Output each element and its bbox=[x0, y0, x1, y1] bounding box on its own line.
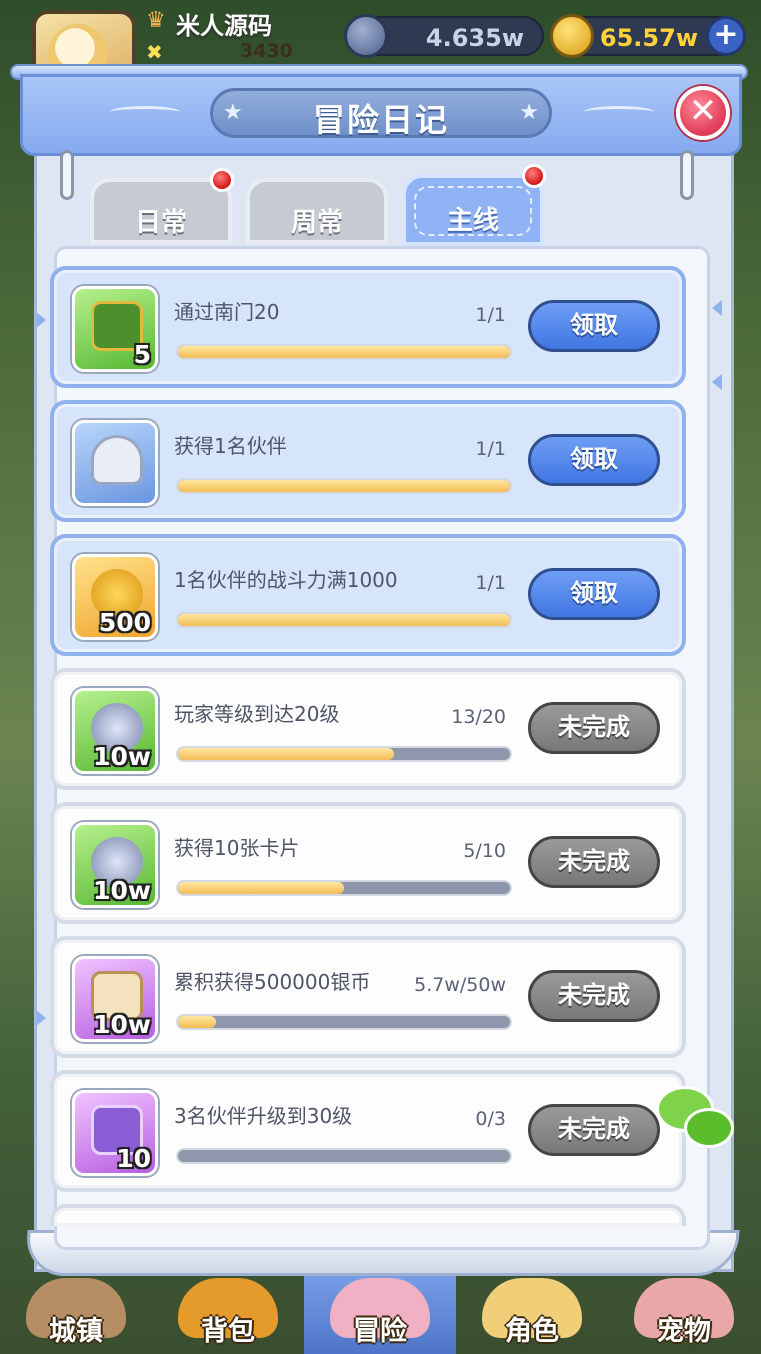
incomplete-button[interactable]: 未完成 bbox=[528, 1104, 660, 1156]
gold-coins-icon: 500 bbox=[72, 554, 158, 640]
close-button[interactable]: ✕ bbox=[676, 86, 730, 140]
task-progress-text: 1/1 bbox=[475, 304, 506, 326]
tab-daily[interactable]: 日常 bbox=[90, 168, 234, 244]
left-edge-arrow bbox=[36, 1010, 46, 1026]
tab-main[interactable]: 主线 bbox=[402, 164, 546, 246]
helmet-glyph bbox=[91, 435, 143, 485]
nav-bag-label: 背包 bbox=[201, 1316, 255, 1347]
reward-qty: 10w bbox=[93, 742, 151, 771]
task-name: 通过南门20 bbox=[174, 300, 280, 324]
task-name: 获得1名伙伴 bbox=[174, 434, 287, 458]
silver-amount: 4.635w bbox=[425, 24, 524, 52]
task-progress-fill bbox=[178, 882, 344, 894]
task-name: 3名伙伴升级到30级 bbox=[174, 1104, 353, 1128]
task-progress-text: 13/20 bbox=[451, 706, 506, 728]
nav-pet-label: 宠物 bbox=[657, 1316, 711, 1347]
green-chest-icon: 5 bbox=[72, 286, 158, 372]
silver-coins-icon: 10w bbox=[72, 688, 158, 774]
right-swirl-icon bbox=[584, 106, 654, 118]
task-row-partial bbox=[50, 1204, 686, 1226]
nav-town-label: 城镇 bbox=[49, 1316, 103, 1347]
reward-qty: 10 bbox=[116, 1144, 151, 1173]
tab-daily-red-dot bbox=[210, 168, 234, 192]
task-row: 500 1名伙伴的战斗力满1000 1/1 领取 bbox=[50, 534, 686, 656]
task-progress-bar bbox=[176, 880, 512, 896]
player-power: 3430 bbox=[240, 40, 293, 62]
task-progress-text: 5/10 bbox=[463, 840, 506, 862]
task-name: 玩家等级到达20级 bbox=[174, 702, 340, 726]
reward-qty: 10w bbox=[93, 1010, 151, 1039]
task-progress-bar bbox=[176, 612, 512, 628]
purple-book-icon: 10 bbox=[72, 1090, 158, 1176]
task-progress-text: 1/1 bbox=[475, 572, 506, 594]
add-gold-button[interactable]: + bbox=[706, 16, 746, 56]
task-progress-text: 0/3 bbox=[475, 1108, 506, 1130]
nav-adventure-label: 冒险 bbox=[353, 1316, 407, 1347]
task-name: 累积获得500000银币 bbox=[174, 970, 371, 994]
task-row: 10w 玩家等级到达20级 13/20 未完成 bbox=[50, 668, 686, 790]
gold-amount: 65.57w bbox=[599, 24, 698, 52]
task-progress-text: 1/1 bbox=[475, 438, 506, 460]
right-edge-arrow bbox=[712, 300, 722, 316]
left-hook bbox=[60, 150, 74, 200]
incomplete-button[interactable]: 未完成 bbox=[528, 836, 660, 888]
gold-coin-icon bbox=[550, 14, 594, 58]
task-progress-bar bbox=[176, 478, 512, 494]
power-icon: ✖ bbox=[146, 40, 163, 64]
top-hud: ♛ 米人源码 ✖ 3430 4.635w 65.57w + bbox=[0, 0, 761, 102]
silver-coin-icon bbox=[344, 14, 388, 58]
chat-icon[interactable] bbox=[656, 1086, 736, 1154]
task-row: 5 通过南门20 1/1 领取 bbox=[50, 266, 686, 388]
tab-daily-label: 日常 bbox=[134, 208, 187, 238]
task-name: 1名伙伴的战斗力满1000 bbox=[174, 568, 398, 592]
task-progress-bar bbox=[176, 1148, 512, 1164]
claim-button[interactable]: 领取 bbox=[528, 568, 660, 620]
task-progress-bar bbox=[176, 746, 512, 762]
chat-bubble-front bbox=[684, 1108, 734, 1148]
tab-main-red-dot bbox=[522, 164, 546, 188]
nav-character-label: 角色 bbox=[505, 1316, 559, 1347]
task-row: 10 3名伙伴升级到30级 0/3 未完成 bbox=[50, 1070, 686, 1192]
title-plate: ★ 冒险日记 ★ bbox=[210, 88, 552, 139]
task-progress-fill bbox=[178, 480, 510, 492]
right-star-icon: ★ bbox=[519, 100, 539, 125]
close-icon: ✕ bbox=[688, 91, 718, 131]
task-progress-bar bbox=[176, 1014, 512, 1030]
reward-qty: 10w bbox=[93, 876, 151, 905]
task-progress-fill bbox=[178, 614, 510, 626]
viking-helmet-icon bbox=[72, 420, 158, 506]
incomplete-button[interactable]: 未完成 bbox=[528, 702, 660, 754]
left-swirl-icon bbox=[110, 106, 180, 118]
reward-qty: 5 bbox=[133, 340, 151, 369]
task-row: 获得1名伙伴 1/1 领取 bbox=[50, 400, 686, 522]
task-name: 获得10张卡片 bbox=[174, 836, 300, 860]
task-progress-fill bbox=[178, 1016, 216, 1028]
claim-button[interactable]: 领取 bbox=[528, 300, 660, 352]
task-progress-text: 5.7w/50w bbox=[414, 974, 506, 996]
claim-button[interactable]: 领取 bbox=[528, 434, 660, 486]
tab-weekly[interactable]: 周常 bbox=[246, 178, 388, 244]
reward-qty: 500 bbox=[98, 608, 151, 637]
player-name: 米人源码 bbox=[176, 12, 272, 40]
task-progress-fill bbox=[178, 346, 510, 358]
task-progress-fill bbox=[178, 748, 394, 760]
tab-main-label: 主线 bbox=[446, 206, 499, 236]
right-hook bbox=[680, 150, 694, 200]
task-progress-bar bbox=[176, 344, 512, 360]
silver-coins-icon: 10w bbox=[72, 822, 158, 908]
right-edge-arrow bbox=[712, 374, 722, 390]
scroll-icon: 10w bbox=[72, 956, 158, 1042]
task-row: 10w 累积获得500000银币 5.7w/50w 未完成 bbox=[50, 936, 686, 1058]
left-edge-arrow bbox=[36, 312, 46, 328]
crown-icon: ♛ bbox=[146, 8, 166, 33]
tab-weekly-label: 周常 bbox=[290, 208, 343, 238]
task-row: 10w 获得10张卡片 5/10 未完成 bbox=[50, 802, 686, 924]
incomplete-button[interactable]: 未完成 bbox=[528, 970, 660, 1022]
panel-title: 冒险日记 bbox=[312, 101, 449, 139]
